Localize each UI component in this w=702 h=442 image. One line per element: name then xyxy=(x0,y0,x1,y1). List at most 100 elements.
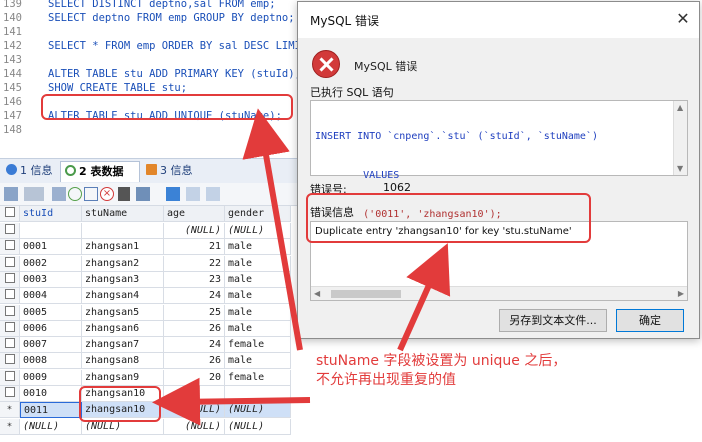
cell-gender[interactable]: female xyxy=(225,337,291,354)
table-row[interactable]: 0001 zhangsan1 21 male xyxy=(0,239,300,256)
cell-gender[interactable]: male xyxy=(225,255,291,272)
column-header-stuId[interactable]: stuId xyxy=(20,206,82,222)
tab-table-data[interactable]: 2 表数据 xyxy=(60,161,140,182)
cell-gender[interactable]: male xyxy=(225,288,291,305)
row-selector[interactable]: * xyxy=(0,418,20,435)
save-icon[interactable] xyxy=(136,187,150,201)
form-view-icon[interactable] xyxy=(186,187,200,201)
cell-age[interactable]: (NULL) xyxy=(164,402,225,419)
table-row[interactable]: 0009 zhangsan9 20 female xyxy=(0,369,300,386)
table-row[interactable]: 0004 zhangsan4 24 male xyxy=(0,288,300,305)
ok-button[interactable]: 确定 xyxy=(616,309,684,332)
cell-stuId[interactable] xyxy=(20,223,82,239)
cell-gender[interactable]: (NULL) xyxy=(225,418,291,435)
row-selector[interactable] xyxy=(0,386,20,402)
cell-stuId[interactable]: 0001 xyxy=(20,239,82,256)
table-row[interactable]: (NULL) (NULL) xyxy=(0,223,300,239)
table-row[interactable]: * (NULL) (NULL) (NULL) (NULL) xyxy=(0,418,300,435)
add-row-icon[interactable] xyxy=(68,187,82,201)
vertical-scrollbar[interactable]: ▲ ▼ xyxy=(673,101,687,175)
cell-age[interactable]: 26 xyxy=(164,320,225,337)
row-selector[interactable] xyxy=(0,353,20,370)
cell-stuId[interactable]: 0011 xyxy=(20,402,82,419)
grid-icon[interactable] xyxy=(4,187,18,201)
cell-stuName[interactable]: zhangsan8 xyxy=(82,353,164,370)
cell-gender[interactable]: (NULL) xyxy=(225,223,291,239)
export-icon[interactable] xyxy=(52,187,66,201)
cell-age[interactable]: 22 xyxy=(164,255,225,272)
row-selector[interactable] xyxy=(0,271,20,288)
cell-stuName[interactable] xyxy=(82,223,164,239)
cell-age[interactable]: 25 xyxy=(164,304,225,321)
cell-stuName[interactable]: zhangsan5 xyxy=(82,304,164,321)
table-row[interactable]: 0003 zhangsan3 23 male xyxy=(0,271,300,288)
cell-stuId[interactable]: 0007 xyxy=(20,337,82,354)
dropdown-icon[interactable] xyxy=(24,187,44,201)
sql-editor[interactable]: 139 SELECT DISTINCT deptno,sal FROM emp; 1… xyxy=(0,0,300,158)
sql-statement-box[interactable]: INSERT INTO `cnpeng`.`stu` (`stuId`, `st… xyxy=(310,100,688,220)
row-selector[interactable] xyxy=(0,255,20,272)
cell-age[interactable]: (NULL) xyxy=(164,223,225,239)
error-message-box[interactable]: Duplicate entry 'zhangsan10' for key 'st… xyxy=(310,221,688,301)
cell-gender[interactable]: male xyxy=(225,353,291,370)
grid-view-icon[interactable] xyxy=(166,187,180,201)
cell-gender[interactable]: male xyxy=(225,320,291,337)
table-row[interactable]: 0006 zhangsan6 26 male xyxy=(0,320,300,337)
scroll-up-icon[interactable]: ▲ xyxy=(677,103,683,112)
text-view-icon[interactable] xyxy=(206,187,220,201)
result-grid[interactable]: stuId stuName age gender (NULL) (NULL) 0001 zha… xyxy=(0,206,300,442)
row-selector[interactable] xyxy=(0,337,20,354)
scroll-thumb[interactable] xyxy=(331,290,401,298)
delete-icon[interactable]: × xyxy=(100,187,114,201)
cell-age[interactable]: 24 xyxy=(164,288,225,305)
scroll-right-icon[interactable]: ▶ xyxy=(678,289,684,298)
cell-stuId[interactable]: 0004 xyxy=(20,288,82,305)
column-header-stuName[interactable]: stuName xyxy=(82,206,164,222)
table-row[interactable]: 0002 zhangsan2 22 male xyxy=(0,255,300,272)
row-selector[interactable] xyxy=(0,223,20,239)
table-row[interactable]: 0008 zhangsan8 26 male xyxy=(0,353,300,370)
cell-age[interactable]: (NULL) xyxy=(164,418,225,435)
row-selector[interactable] xyxy=(0,304,20,321)
cell-stuName[interactable]: zhangsan7 xyxy=(82,337,164,354)
column-header-age[interactable]: age xyxy=(164,206,225,222)
copy-icon[interactable] xyxy=(84,187,98,201)
cell-stuId[interactable]: 0003 xyxy=(20,271,82,288)
cell-stuId[interactable]: 0009 xyxy=(20,369,82,386)
cell-age[interactable]: 21 xyxy=(164,239,225,256)
row-selector[interactable]: * xyxy=(0,402,20,419)
tab-messages[interactable]: 1 信息 xyxy=(2,161,58,181)
row-selector[interactable] xyxy=(0,239,20,256)
cell-stuId[interactable]: 0010 xyxy=(20,386,82,402)
cell-stuId[interactable]: 0002 xyxy=(20,255,82,272)
cell-stuName[interactable]: zhangsan1 xyxy=(82,239,164,256)
row-selector[interactable] xyxy=(0,320,20,337)
select-all-checkbox[interactable] xyxy=(0,206,20,222)
table-row[interactable]: 0005 zhangsan5 25 male xyxy=(0,304,300,321)
cell-age[interactable]: 20 xyxy=(164,369,225,386)
cell-stuName[interactable]: zhangsan6 xyxy=(82,320,164,337)
cell-gender[interactable] xyxy=(225,386,291,402)
scroll-down-icon[interactable]: ▼ xyxy=(677,164,683,173)
cell-stuId[interactable]: 0005 xyxy=(20,304,82,321)
cell-stuId[interactable]: 0008 xyxy=(20,353,82,370)
save-to-file-button[interactable]: 另存到文本文件... xyxy=(499,309,607,332)
cell-stuName[interactable]: zhangsan9 xyxy=(82,369,164,386)
row-selector[interactable] xyxy=(0,369,20,386)
cell-stuName[interactable]: zhangsan10 xyxy=(82,386,164,402)
cell-stuId[interactable]: (NULL) xyxy=(20,418,82,435)
cell-stuName[interactable]: (NULL) xyxy=(82,418,164,435)
cell-stuName[interactable]: zhangsan4 xyxy=(82,288,164,305)
table-row[interactable]: 0010 zhangsan10 xyxy=(0,386,300,402)
cell-gender[interactable]: male xyxy=(225,239,291,256)
cell-gender[interactable]: female xyxy=(225,369,291,386)
table-row[interactable]: * 0011 zhangsan10 (NULL) (NULL) xyxy=(0,402,300,419)
cell-stuName[interactable]: zhangsan2 xyxy=(82,255,164,272)
cell-age[interactable] xyxy=(164,386,225,402)
cell-age[interactable]: 23 xyxy=(164,271,225,288)
dialog-titlebar[interactable]: MySQL 错误 ✕ xyxy=(298,2,699,38)
cell-stuName[interactable]: zhangsan10 xyxy=(82,402,164,419)
cell-gender[interactable]: male xyxy=(225,304,291,321)
cell-age[interactable]: 26 xyxy=(164,353,225,370)
cell-gender[interactable]: male xyxy=(225,271,291,288)
